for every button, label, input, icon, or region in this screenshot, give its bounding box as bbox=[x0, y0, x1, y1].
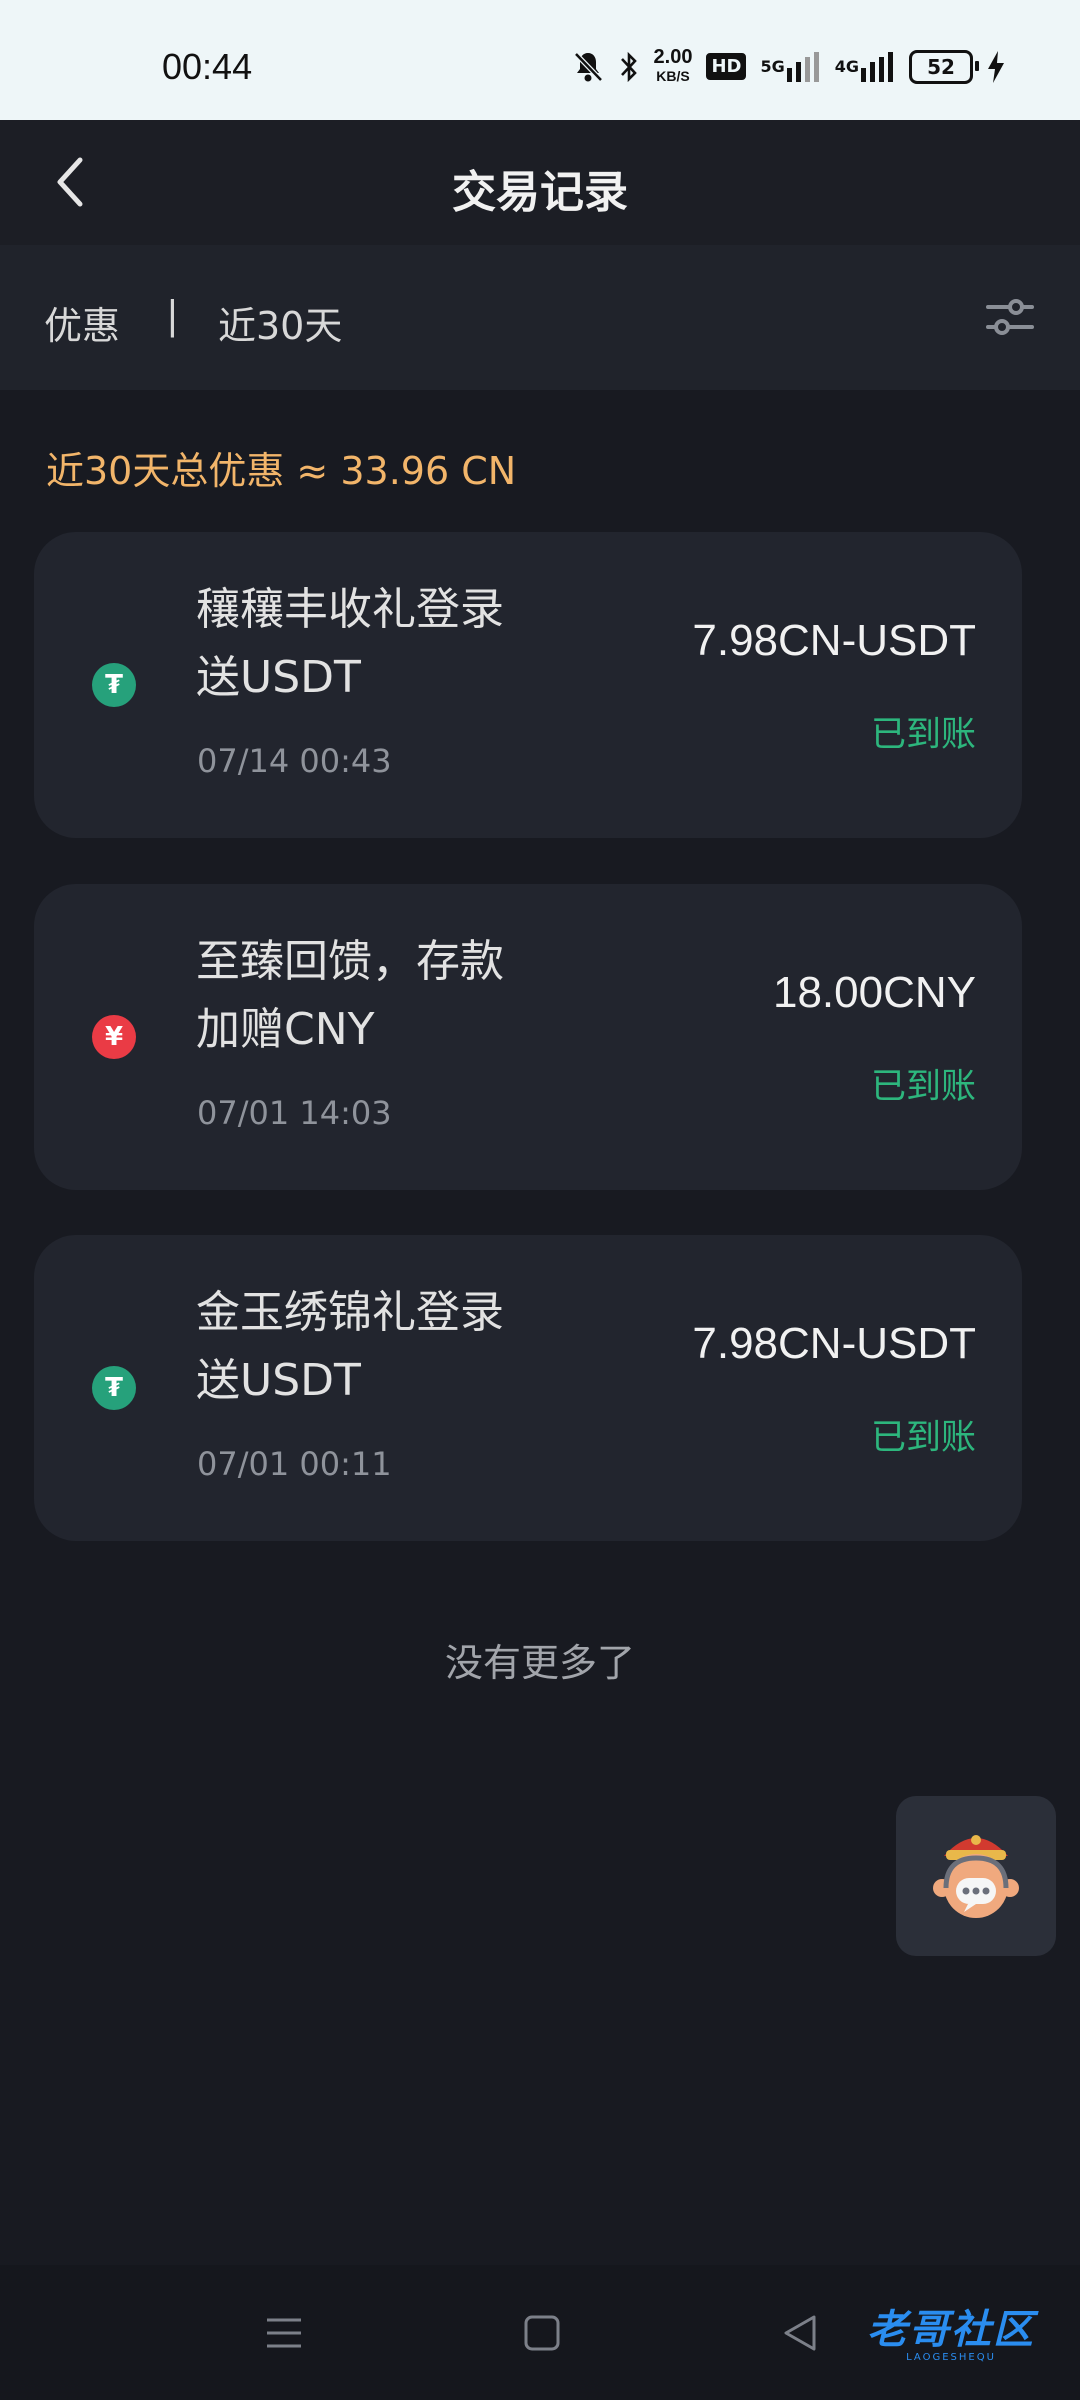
back-triangle-icon bbox=[784, 2315, 816, 2351]
system-nav-bar: 老哥社区 LAOGESHEQU bbox=[0, 2265, 1080, 2400]
status-bar: 00:44 2.00 KB/S HD 5G 4G 52 bbox=[0, 0, 1080, 120]
record-title: 金玉绣锦礼登录送USDT bbox=[196, 1287, 504, 1406]
record-date: 07/01 14:03 bbox=[197, 1094, 392, 1132]
page-header: 交易记录 bbox=[0, 120, 1080, 245]
cny-icon: ¥ bbox=[92, 1015, 136, 1059]
watermark-text: 老哥社区 bbox=[867, 2306, 1035, 2353]
signal-4g-label: 4G bbox=[834, 57, 859, 76]
home-button[interactable] bbox=[512, 2303, 572, 2363]
menu-icon bbox=[267, 2318, 301, 2348]
watermark-subtext: LAOGESHEQU bbox=[906, 2351, 996, 2363]
filter-separator: | bbox=[166, 293, 179, 337]
summary-total: 近30天总优惠 ≈ 33.96 CN bbox=[46, 449, 517, 493]
record-status: 已到账 bbox=[870, 715, 976, 755]
net-speed-value: 2.00 bbox=[653, 46, 693, 68]
filter-type[interactable]: 优惠 bbox=[44, 295, 120, 350]
filter-range[interactable]: 近30天 bbox=[218, 295, 342, 350]
record-date: 07/14 00:43 bbox=[197, 742, 392, 780]
record-amount: 7.98CN-USDT bbox=[692, 616, 976, 665]
record-title: 穰穰丰收礼登录送USDT bbox=[196, 584, 504, 703]
record-card[interactable]: ¥ 至臻回馈，存款加赠CNY 07/01 14:03 18.00CNY 已到账 bbox=[34, 884, 1022, 1190]
mute-bell-icon bbox=[572, 50, 604, 84]
signal-icon bbox=[786, 51, 819, 82]
customer-service-button[interactable] bbox=[896, 1796, 1056, 1956]
filter-settings-button[interactable] bbox=[984, 291, 1036, 343]
filter-bar: 优惠 | 近30天 bbox=[0, 245, 1080, 390]
usdt-icon: ₮ bbox=[92, 1366, 136, 1410]
status-icons: 2.00 KB/S HD 5G 4G 52 bbox=[572, 46, 1005, 85]
page-title: 交易记录 bbox=[452, 167, 628, 218]
charging-icon bbox=[987, 50, 1005, 83]
usdt-icon: ₮ bbox=[92, 663, 136, 707]
net-speed-unit: KB/S bbox=[656, 68, 690, 84]
record-amount: 7.98CN-USDT bbox=[692, 1319, 976, 1368]
status-time: 00:44 bbox=[162, 46, 253, 87]
record-amount: 18.00CNY bbox=[772, 968, 976, 1017]
bluetooth-icon bbox=[618, 50, 640, 84]
hd-badge: HD bbox=[706, 53, 747, 80]
battery-level: 52 bbox=[927, 54, 955, 79]
back-nav-button[interactable] bbox=[770, 2303, 830, 2363]
end-of-list-note: 没有更多了 bbox=[444, 1641, 635, 1685]
home-square-icon bbox=[524, 2315, 560, 2351]
record-status: 已到账 bbox=[870, 1067, 976, 1107]
sliders-icon bbox=[986, 299, 1034, 335]
signal-4g: 4G bbox=[834, 51, 895, 82]
menu-button[interactable] bbox=[254, 2303, 314, 2363]
record-title: 至臻回馈，存款加赠CNY bbox=[196, 936, 504, 1055]
signal-icon bbox=[861, 51, 893, 82]
battery-indicator: 52 bbox=[909, 49, 979, 84]
customer-service-icon bbox=[933, 1835, 1019, 1918]
record-card[interactable]: ₮ 金玉绣锦礼登录送USDT 07/01 00:11 7.98CN-USDT 已… bbox=[34, 1235, 1022, 1541]
record-date: 07/01 00:11 bbox=[197, 1445, 392, 1483]
net-speed: 2.00 KB/S bbox=[653, 46, 693, 85]
watermark-logo: 老哥社区 LAOGESHEQU bbox=[836, 2295, 1066, 2375]
signal-5g-label: 5G bbox=[760, 57, 785, 76]
record-card[interactable]: ₮ 穰穰丰收礼登录送USDT 07/14 00:43 7.98CN-USDT 已… bbox=[34, 532, 1022, 838]
record-status: 已到账 bbox=[870, 1418, 976, 1458]
signal-5g: 5G bbox=[760, 51, 820, 82]
